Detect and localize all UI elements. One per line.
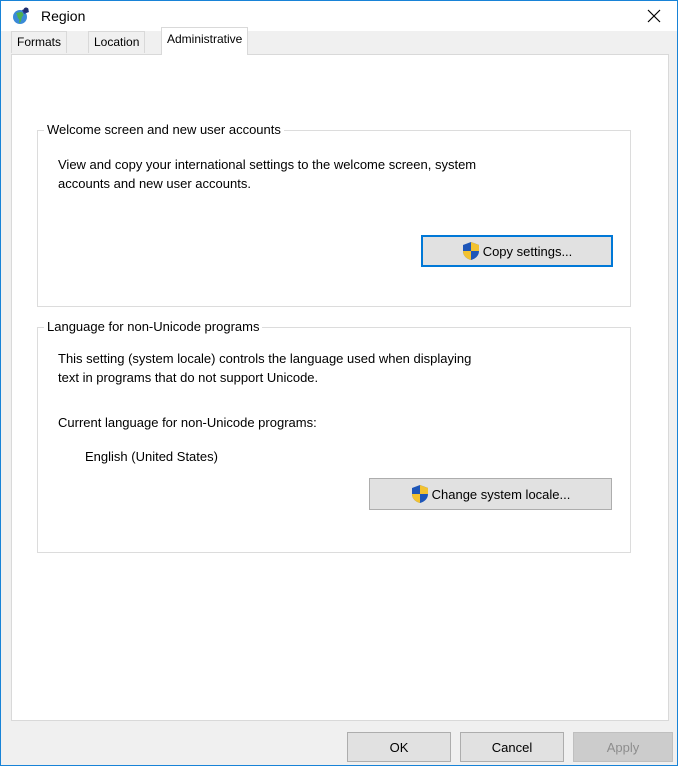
title-bar[interactable]: Region [1, 1, 677, 31]
close-icon [647, 9, 661, 23]
uac-shield-icon [411, 485, 428, 503]
locale-description-line1: This setting (system locale) controls th… [58, 351, 472, 366]
region-dialog: Region Formats Location Administrative W… [0, 0, 678, 766]
cancel-button[interactable]: Cancel [460, 732, 564, 762]
locale-description-line2: text in programs that do not support Uni… [58, 370, 319, 385]
tab-formats-label: Formats [17, 35, 62, 49]
apply-button[interactable]: Apply [573, 732, 673, 762]
ok-button[interactable]: OK [347, 732, 451, 762]
copy-settings-button[interactable]: Copy settings... [421, 235, 613, 267]
tab-administrative-label: Administrative [167, 32, 243, 46]
window-title: Region [41, 8, 86, 24]
close-button[interactable] [631, 1, 677, 31]
tab-administrative[interactable]: Administrative [161, 27, 249, 55]
change-system-locale-label: Change system locale... [431, 486, 571, 502]
uac-shield-icon [462, 242, 479, 260]
tab-panel-administrative: Welcome screen and new user accounts Vie… [11, 54, 669, 721]
globe-icon [13, 7, 29, 24]
apply-button-label: Apply [606, 739, 640, 755]
ok-button-label: OK [389, 739, 409, 755]
welcome-screen-group-title: Welcome screen and new user accounts [44, 122, 284, 137]
non-unicode-group-title: Language for non-Unicode programs [44, 319, 263, 334]
tab-formats[interactable]: Formats [11, 31, 68, 53]
tab-location[interactable]: Location [88, 31, 146, 53]
tab-location-label: Location [94, 35, 140, 49]
welcome-description-line2: accounts and new user accounts. [58, 176, 251, 191]
current-language-label: Current language for non-Unicode program… [58, 415, 317, 430]
welcome-description-line1: View and copy your international setting… [58, 157, 477, 172]
current-language-value: English (United States) [85, 449, 218, 464]
cancel-button-label: Cancel [491, 739, 533, 755]
welcome-screen-group: Welcome screen and new user accounts Vie… [37, 122, 631, 307]
copy-settings-label: Copy settings... [482, 243, 573, 259]
non-unicode-language-group: Language for non-Unicode programs This s… [37, 319, 631, 553]
change-system-locale-button[interactable]: Change system locale... [369, 478, 612, 510]
